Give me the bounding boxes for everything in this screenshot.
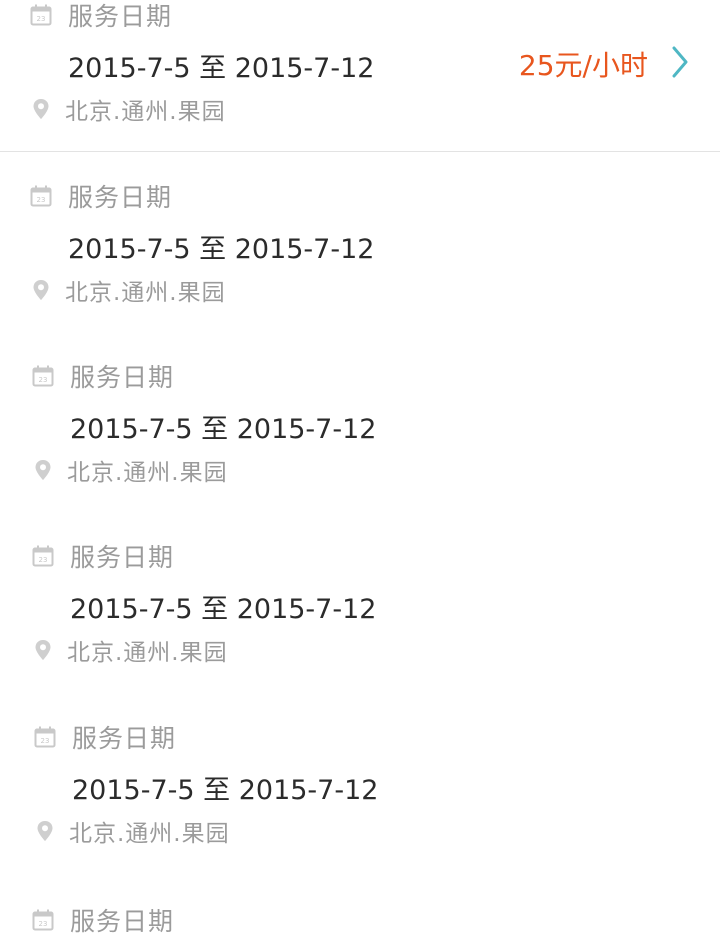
- service-date-label: 服务日期: [72, 724, 177, 753]
- list-item[interactable]: 23 服务日期 2015-7-5 至 2015-7-12 北京.通州.果园: [0, 541, 720, 721]
- svg-text:23: 23: [39, 920, 48, 928]
- date-range: 2015-7-5 至 2015-7-12: [68, 234, 375, 265]
- location-text: 北京.通州.果园: [65, 280, 226, 306]
- location-row: 北京.通州.果园: [34, 456, 228, 486]
- location-text: 北京.通州.果园: [67, 640, 228, 666]
- svg-text:23: 23: [37, 15, 46, 23]
- service-date-row: 23 服务日期: [32, 361, 175, 392]
- date-range: 2015-7-5 至 2015-7-12: [70, 414, 377, 445]
- chevron-right-icon[interactable]: [672, 46, 688, 78]
- svg-text:23: 23: [39, 556, 48, 564]
- service-date-label: 服务日期: [68, 2, 173, 31]
- svg-text:23: 23: [37, 196, 46, 204]
- location-pin-icon: [33, 280, 49, 300]
- list-item[interactable]: 23 服务日期: [0, 905, 720, 933]
- list-item[interactable]: 23 服务日期 2015-7-5 至 2015-7-12 北京.通州.果园: [0, 722, 720, 902]
- price-text: 25元/小时: [518, 49, 648, 82]
- calendar-icon: 23: [34, 726, 56, 748]
- calendar-icon: 23: [32, 909, 54, 931]
- calendar-icon: 23: [32, 545, 54, 567]
- location-pin-icon: [33, 99, 49, 119]
- divider: [0, 151, 720, 152]
- service-date-label: 服务日期: [70, 363, 175, 392]
- location-pin-icon: [35, 640, 51, 660]
- location-row: 北京.通州.果园: [32, 276, 226, 306]
- order-list: 23 服务日期 2015-7-5 至 2015-7-12 北京.通州.果园 25…: [0, 0, 720, 933]
- service-date-row: 23 服务日期: [32, 541, 175, 572]
- service-date-row: 23 服务日期: [34, 722, 177, 753]
- calendar-icon: 23: [32, 365, 54, 387]
- service-date-label: 服务日期: [68, 183, 173, 212]
- location-text: 北京.通州.果园: [65, 99, 226, 125]
- calendar-icon: 23: [30, 4, 52, 26]
- calendar-icon: 23: [30, 185, 52, 207]
- location-text: 北京.通州.果园: [67, 460, 228, 486]
- date-range: 2015-7-5 至 2015-7-12: [70, 594, 377, 625]
- svg-text:23: 23: [39, 376, 48, 384]
- location-row: 北京.通州.果园: [34, 636, 228, 666]
- service-date-row: 23 服务日期: [32, 905, 174, 933]
- service-date-row: 23 服务日期: [30, 0, 173, 31]
- list-item[interactable]: 23 服务日期 2015-7-5 至 2015-7-12 北京.通州.果园: [0, 361, 720, 541]
- date-range: 2015-7-5 至 2015-7-12: [68, 53, 375, 84]
- service-date-label: 服务日期: [70, 543, 175, 572]
- location-row: 北京.通州.果园: [32, 95, 226, 125]
- location-row: 北京.通州.果园: [36, 817, 230, 847]
- list-item[interactable]: 23 服务日期 2015-7-5 至 2015-7-12 北京.通州.果园: [0, 181, 720, 361]
- svg-text:23: 23: [41, 737, 50, 745]
- location-pin-icon: [35, 460, 51, 480]
- location-pin-icon: [37, 821, 53, 841]
- date-range: 2015-7-5 至 2015-7-12: [72, 775, 379, 806]
- location-text: 北京.通州.果园: [69, 821, 230, 847]
- list-item[interactable]: 23 服务日期 2015-7-5 至 2015-7-12 北京.通州.果园 25…: [0, 0, 720, 180]
- service-date-label: 服务日期: [70, 907, 175, 933]
- service-date-row: 23 服务日期: [30, 181, 173, 212]
